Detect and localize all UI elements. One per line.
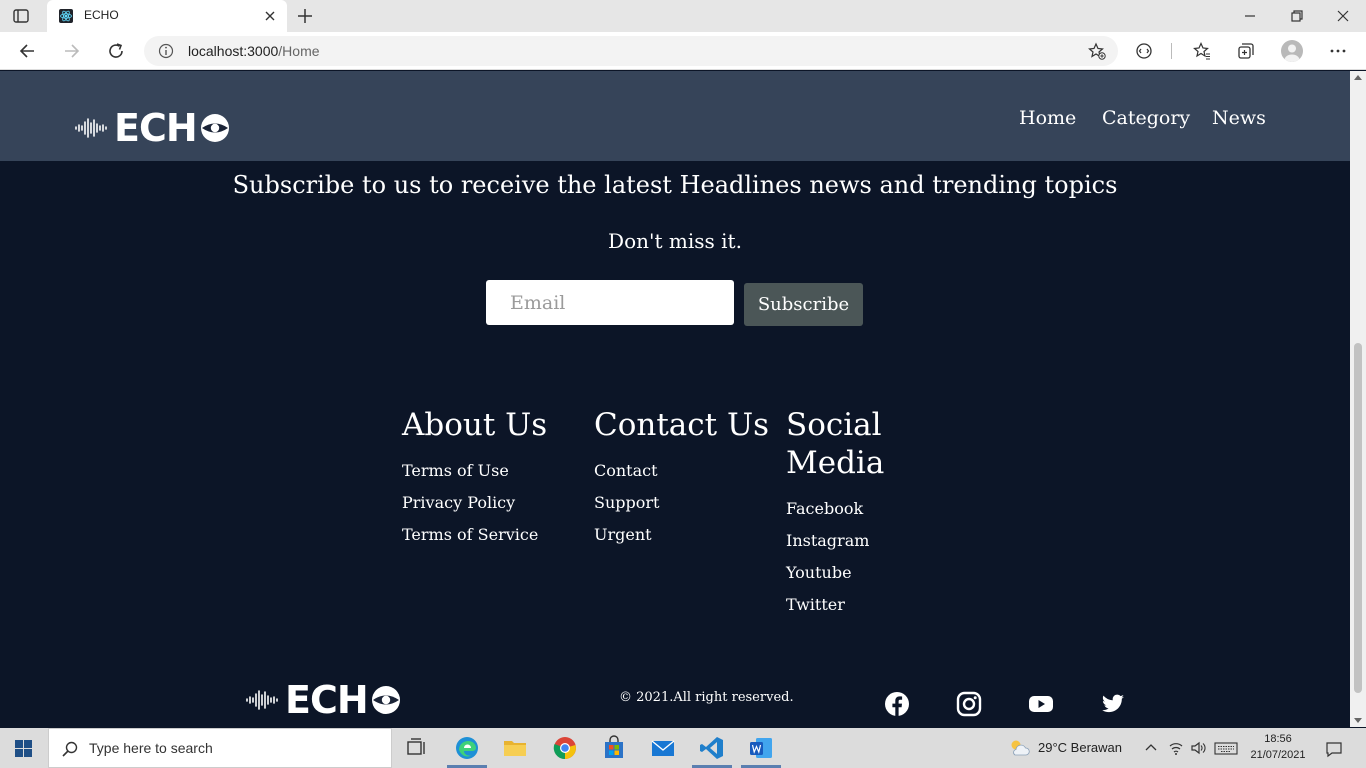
edge-browser-icon[interactable] bbox=[454, 735, 480, 761]
facebook-icon[interactable] bbox=[884, 691, 910, 717]
mail-icon[interactable] bbox=[650, 735, 676, 761]
footer-link-facebook[interactable]: Facebook bbox=[786, 499, 863, 518]
taskbar-search-placeholder: Type here to search bbox=[89, 740, 213, 756]
nav-news[interactable]: News bbox=[1212, 107, 1266, 129]
social-media-title: Social Media bbox=[786, 407, 885, 481]
profile-icon bbox=[1284, 44, 1300, 62]
notifications-icon[interactable] bbox=[1325, 740, 1343, 758]
subscribe-headline: Subscribe to us to receive the latest He… bbox=[232, 171, 1118, 199]
refresh-icon[interactable] bbox=[106, 41, 126, 61]
footer-link-privacy-policy[interactable]: Privacy Policy bbox=[402, 493, 515, 512]
site-header: ECH Home Category News bbox=[0, 71, 1350, 161]
instagram-icon[interactable] bbox=[956, 691, 982, 717]
copyright-text: © 2021.All right reserved. bbox=[619, 690, 794, 705]
footer-link-twitter[interactable]: Twitter bbox=[786, 595, 845, 614]
browser-tab-bar: ECHO bbox=[0, 0, 1366, 32]
address-bar-row: localhost:3000/Home bbox=[0, 32, 1366, 70]
new-tab-icon[interactable] bbox=[296, 7, 314, 25]
footer-link-urgent[interactable]: Urgent bbox=[594, 525, 652, 544]
microsoft-store-icon[interactable] bbox=[601, 735, 627, 761]
scroll-down-arrow-icon[interactable] bbox=[1354, 718, 1362, 723]
url-bar[interactable]: localhost:3000/Home bbox=[144, 36, 1118, 66]
close-tab-icon[interactable] bbox=[263, 9, 277, 23]
web-page: ECH Home Category News Subscribe to us t… bbox=[0, 71, 1350, 727]
windows-taskbar: Type here to search 29°C Berawan 18:56 2… bbox=[0, 728, 1366, 768]
url-text: localhost:3000/Home bbox=[188, 43, 320, 59]
react-favicon-icon bbox=[59, 9, 73, 23]
subscribe-subheadline: Don't miss it. bbox=[608, 229, 742, 253]
weather-text[interactable]: 29°C Berawan bbox=[1038, 740, 1122, 755]
profile-avatar[interactable] bbox=[1281, 40, 1303, 62]
close-window-icon[interactable] bbox=[1333, 6, 1353, 26]
word-icon[interactable] bbox=[748, 735, 774, 761]
add-favorite-icon[interactable] bbox=[1088, 42, 1106, 60]
more-options-icon[interactable] bbox=[1328, 41, 1348, 61]
page-scrollbar[interactable] bbox=[1350, 71, 1366, 727]
sound-wave-icon bbox=[75, 118, 107, 138]
minimize-icon[interactable] bbox=[1240, 6, 1260, 26]
taskbar-search-box[interactable]: Type here to search bbox=[48, 728, 392, 768]
taskbar-clock[interactable]: 18:56 21/07/2021 bbox=[1248, 731, 1308, 763]
footer-link-contact[interactable]: Contact bbox=[594, 461, 658, 480]
nav-category[interactable]: Category bbox=[1102, 107, 1190, 129]
youtube-icon[interactable] bbox=[1028, 691, 1054, 717]
collections-icon[interactable] bbox=[1236, 41, 1256, 61]
tab-title: ECHO bbox=[84, 8, 119, 22]
nav-home[interactable]: Home bbox=[1019, 107, 1076, 129]
scrollbar-thumb[interactable] bbox=[1354, 343, 1362, 693]
eye-logo-icon bbox=[200, 114, 229, 142]
footer-logo-wordmark: ECH bbox=[285, 681, 402, 719]
about-us-title: About Us bbox=[402, 407, 548, 443]
footer-link-support[interactable]: Support bbox=[594, 493, 659, 512]
immersive-reader-icon[interactable] bbox=[1134, 41, 1154, 61]
eye-logo-icon bbox=[371, 686, 400, 714]
header-logo[interactable]: ECH bbox=[75, 109, 231, 147]
forward-icon[interactable] bbox=[61, 41, 81, 61]
chrome-icon[interactable] bbox=[552, 735, 578, 761]
windows-start-icon[interactable] bbox=[15, 740, 32, 757]
browser-tab-echo[interactable]: ECHO bbox=[47, 0, 287, 32]
contact-us-title: Contact Us bbox=[594, 407, 769, 443]
weather-cloud-sun-icon[interactable] bbox=[1008, 737, 1030, 759]
logo-wordmark: ECH bbox=[114, 109, 231, 147]
network-icon[interactable] bbox=[1168, 740, 1184, 756]
vscode-icon[interactable] bbox=[699, 735, 725, 761]
volume-icon[interactable] bbox=[1190, 740, 1206, 756]
tab-actions-icon[interactable] bbox=[12, 7, 30, 25]
email-input[interactable] bbox=[486, 280, 734, 325]
footer-link-youtube[interactable]: Youtube bbox=[786, 563, 852, 582]
file-explorer-icon[interactable] bbox=[502, 735, 528, 761]
favorites-icon[interactable] bbox=[1192, 41, 1212, 61]
scroll-up-arrow-icon[interactable] bbox=[1354, 75, 1362, 80]
chevron-up-icon[interactable] bbox=[1143, 740, 1159, 756]
toolbar-divider bbox=[1171, 43, 1172, 59]
footer-link-terms-of-use[interactable]: Terms of Use bbox=[402, 461, 509, 480]
twitter-icon[interactable] bbox=[1100, 691, 1126, 717]
subscribe-button[interactable]: Subscribe bbox=[744, 283, 863, 326]
footer-link-terms-of-service[interactable]: Terms of Service bbox=[402, 525, 538, 544]
keyboard-icon[interactable] bbox=[1214, 740, 1238, 756]
site-info-icon[interactable] bbox=[158, 43, 174, 59]
restore-icon[interactable] bbox=[1287, 6, 1307, 26]
back-icon[interactable] bbox=[18, 41, 38, 61]
search-icon bbox=[62, 741, 78, 757]
sound-wave-icon bbox=[246, 690, 278, 710]
footer-logo[interactable]: ECH bbox=[246, 681, 402, 719]
task-view-icon[interactable] bbox=[403, 735, 429, 761]
footer-link-instagram[interactable]: Instagram bbox=[786, 531, 869, 550]
